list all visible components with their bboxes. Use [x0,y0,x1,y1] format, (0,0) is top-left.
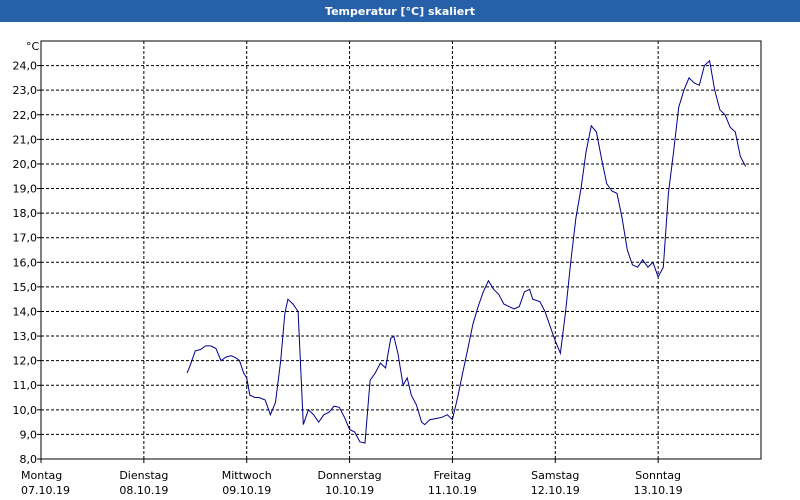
x-tick-date: 08.10.19 [119,484,168,497]
y-tick-label: 12,0 [13,355,38,368]
chart-window: Temperatur [°C] skaliert 8,0 9,0 10,0 11,0 1… [0,0,800,500]
y-tick-label: 22,0 [13,109,38,122]
x-tick-weekday: Dienstag [119,469,168,482]
temperature-chart: 8,0 9,0 10,0 11,0 12,0 13,0 14,0 15,0 16,0 17,0 18… [13,40,762,497]
y-tick-label: 11,0 [13,379,38,392]
y-tick-label: 24,0 [13,60,38,73]
y-tick-label: 9,0 [20,428,38,441]
plot-border [40,40,762,460]
x-tick-weekday: Sonntag [635,469,681,482]
x-tick-weekday: Freitag [434,469,472,482]
y-tick-label: 13,0 [13,330,38,343]
x-tick-date: 07.10.19 [21,484,70,497]
y-tick-label: 15,0 [13,281,38,294]
y-tick-label: 17,0 [13,232,38,245]
y-tick-label: 8,0 [20,453,38,466]
y-tick-label: 20,0 [13,158,38,171]
y-axis-ticks: 8,0 9,0 10,0 11,0 12,0 13,0 14,0 15,0 16,0 17,0 18… [13,60,41,466]
x-tick-date: 11.10.19 [428,484,477,497]
x-tick-weekday: Mittwoch [222,469,272,482]
x-tick-weekday: Donnerstag [317,469,381,482]
y-tick-label: 23,0 [13,84,38,97]
y-axis-unit: °C [26,40,40,53]
x-tick-weekday: Samstag [531,469,579,482]
y-tick-label: 14,0 [13,305,38,318]
y-tick-label: 19,0 [13,183,38,196]
x-axis-ticks: Montag 07.10.19 Dienstag 08.10.19 Mittwoch 09… [21,459,683,497]
y-tick-label: 21,0 [13,133,38,146]
x-tick-date: 13.10.19 [634,484,683,497]
x-tick-date: 09.10.19 [222,484,271,497]
y-tick-label: 10,0 [13,404,38,417]
x-tick-date: 10.10.19 [325,484,374,497]
y-tick-label: 16,0 [13,256,38,269]
x-tick-weekday: Montag [21,469,62,482]
x-tick-date: 12.10.19 [531,484,580,497]
y-tick-label: 18,0 [13,207,38,220]
